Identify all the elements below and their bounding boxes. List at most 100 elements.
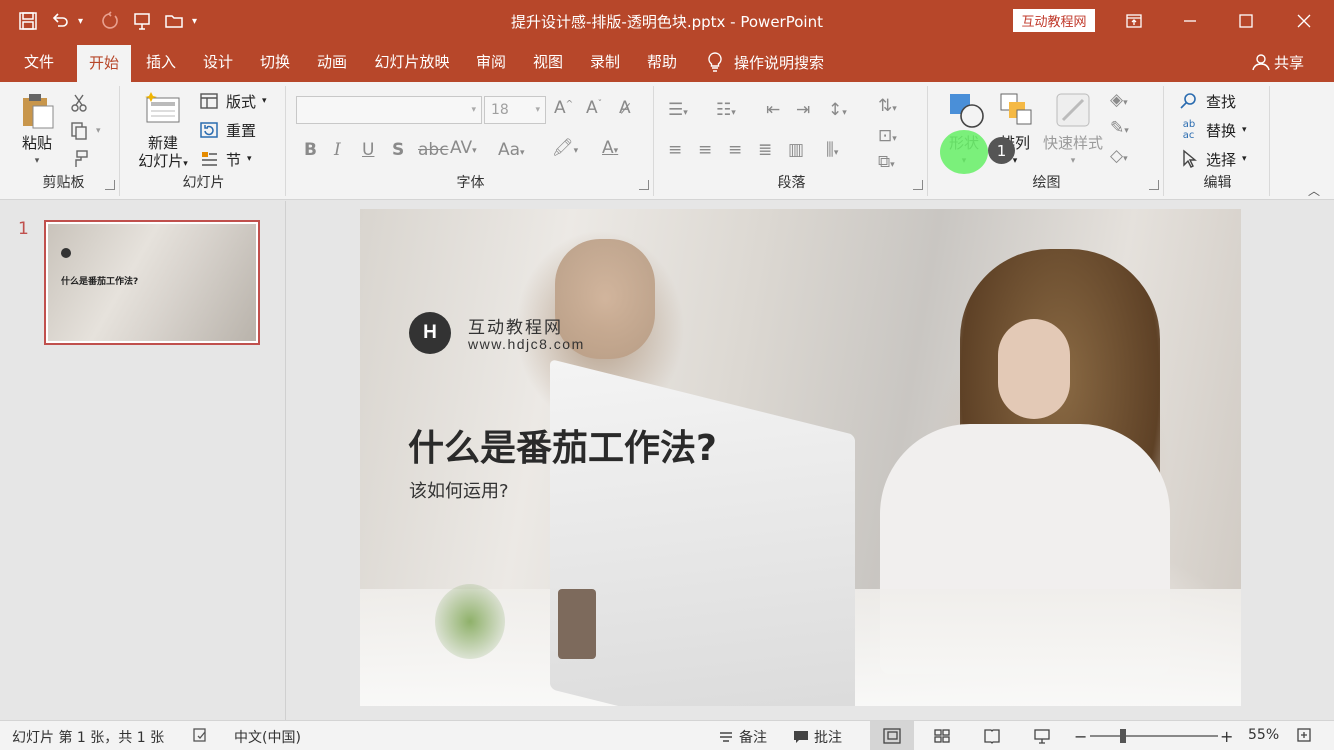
copy-button[interactable]: ▾ — [68, 120, 101, 142]
justify-icon[interactable]: ≣ — [758, 140, 772, 160]
decrease-indent-icon[interactable]: ⇤ — [766, 100, 780, 120]
slide-brand-url[interactable]: www.hdjc8.com — [468, 336, 585, 352]
clear-format-icon[interactable]: A̷ — [619, 98, 631, 118]
reset-button[interactable]: 重置 — [198, 119, 256, 141]
decrease-font-icon[interactable]: Aˇ — [586, 98, 602, 118]
minimize-icon[interactable] — [1162, 0, 1218, 42]
italic-icon[interactable]: I — [334, 140, 341, 160]
quick-styles-button[interactable]: 快速样式 ▾ — [1040, 90, 1106, 170]
tab-design[interactable]: 设计 — [193, 42, 243, 82]
copy-icon — [68, 120, 90, 142]
present-icon[interactable] — [128, 8, 156, 34]
font-size-dropdown[interactable]: 18 ▾ — [484, 96, 546, 124]
replace-button[interactable]: ab ac 替换 ▾ — [1178, 119, 1247, 141]
font-color-icon[interactable]: A▾ — [602, 138, 618, 158]
reading-view-button[interactable] — [970, 721, 1014, 750]
section-button[interactable]: 节 ▾ — [198, 148, 252, 170]
collapse-ribbon-icon[interactable]: ︿ — [1308, 182, 1320, 199]
section-icon — [198, 148, 220, 170]
maximize-icon[interactable] — [1218, 0, 1274, 42]
zoom-slider-thumb[interactable] — [1120, 729, 1126, 743]
align-text-icon[interactable]: ⊡▾ — [878, 126, 897, 146]
slide-subtitle[interactable]: 该如何运用? — [409, 477, 509, 503]
tab-transitions[interactable]: 切换 — [250, 42, 300, 82]
zoom-slider-track[interactable] — [1090, 735, 1218, 737]
redo-icon[interactable] — [96, 8, 124, 34]
slideshow-view-button[interactable] — [1020, 721, 1064, 750]
numbering-icon[interactable]: ☷▾ — [716, 100, 736, 120]
spellcheck-icon[interactable] — [192, 727, 208, 743]
fit-to-window-icon[interactable] — [1296, 727, 1312, 743]
character-spacing-icon[interactable]: AV▾ — [450, 138, 477, 158]
zoom-in-icon[interactable]: + — [1220, 727, 1233, 746]
align-center-icon[interactable]: ≡ — [698, 140, 712, 160]
bold-icon[interactable]: B — [304, 140, 317, 160]
tab-home[interactable]: 开始 — [77, 45, 131, 82]
change-case-icon[interactable]: Aa▾ — [498, 140, 525, 160]
increase-indent-icon[interactable]: ⇥ — [796, 100, 810, 120]
shape-fill-icon[interactable]: ◈▾ — [1110, 90, 1128, 110]
line-spacing-icon[interactable]: ↕▾ — [828, 100, 847, 120]
zoom-level[interactable]: 55% — [1248, 727, 1279, 743]
slide-sorter-view-button[interactable] — [920, 721, 964, 750]
tell-me-search[interactable]: 操作说明搜索 — [706, 42, 824, 82]
comments-button[interactable]: 批注 — [793, 727, 842, 747]
clipboard-launcher-icon[interactable] — [105, 180, 115, 190]
share-button[interactable]: 共享 — [1252, 42, 1304, 82]
notes-icon — [720, 732, 732, 742]
paragraph-launcher-icon[interactable] — [913, 180, 923, 190]
photo-plant — [435, 584, 505, 659]
ribbon-display-options-icon[interactable] — [1106, 0, 1162, 42]
highlight-color-icon[interactable]: 🖍▾ — [552, 138, 578, 158]
distributed-icon[interactable]: ▥ — [788, 140, 804, 160]
tab-slideshow[interactable]: 幻灯片放映 — [366, 42, 458, 82]
language[interactable]: 中文(中国) — [234, 727, 301, 747]
underline-icon[interactable]: U — [362, 140, 374, 160]
shadow-icon[interactable]: S — [392, 140, 404, 160]
save-icon[interactable] — [14, 8, 42, 34]
strikethrough-icon[interactable]: abc — [418, 140, 449, 160]
title-bar: ▾ ▾ 提升设计感-排版-透明色块.pptx - PowerPoint 互动教程… — [0, 0, 1334, 42]
tab-record[interactable]: 录制 — [580, 42, 630, 82]
new-slide-button[interactable]: 新建 幻灯片▾ — [130, 90, 196, 173]
font-name-dropdown[interactable]: ▾ — [296, 96, 482, 124]
normal-view-button[interactable] — [870, 721, 914, 750]
customize-qat-icon[interactable]: ▾ — [192, 16, 206, 27]
tab-review[interactable]: 审阅 — [466, 42, 516, 82]
tab-view[interactable]: 视图 — [523, 42, 573, 82]
slide[interactable]: H 互动教程网 www.hdjc8.com 什么是番茄工作法? 该如何运用? — [360, 209, 1241, 706]
undo-icon[interactable] — [46, 8, 74, 34]
shape-outline-icon[interactable]: ✎▾ — [1110, 118, 1129, 138]
slide-logo[interactable]: H — [409, 312, 451, 354]
tab-insert[interactable]: 插入 — [136, 42, 186, 82]
format-painter-button[interactable] — [68, 148, 90, 170]
select-button[interactable]: 选择 ▾ — [1178, 148, 1247, 170]
tab-file[interactable]: 文件 — [12, 42, 66, 82]
replace-label: 替换 — [1206, 121, 1237, 140]
paste-button[interactable]: 粘贴 ▾ — [14, 92, 60, 170]
find-button[interactable]: 查找 — [1178, 90, 1236, 112]
smartart-icon[interactable]: ⧉▾ — [878, 152, 895, 172]
align-right-icon[interactable]: ≡ — [728, 140, 742, 160]
open-folder-icon[interactable] — [160, 8, 188, 34]
layout-button[interactable]: 版式 ▾ — [198, 90, 267, 112]
columns-icon[interactable]: ⫼▾ — [826, 140, 838, 160]
notes-button[interactable]: 备注 — [718, 727, 767, 747]
shape-effects-icon[interactable]: ◇▾ — [1110, 146, 1128, 166]
align-left-icon[interactable]: ≡ — [668, 140, 682, 160]
font-launcher-icon[interactable] — [639, 180, 649, 190]
slide-thumbnail[interactable]: 什么是番茄工作法? — [44, 220, 260, 345]
undo-dropdown-icon[interactable]: ▾ — [78, 16, 92, 27]
bullets-icon[interactable]: ☰▾ — [668, 100, 688, 120]
tab-help[interactable]: 帮助 — [637, 42, 687, 82]
cut-button[interactable] — [68, 92, 90, 114]
tab-animations[interactable]: 动画 — [307, 42, 357, 82]
slide-brand-name[interactable]: 互动教程网 — [468, 313, 563, 338]
reset-label: 重置 — [226, 121, 257, 140]
drawing-launcher-icon[interactable] — [1149, 180, 1159, 190]
text-direction-icon[interactable]: ⇅▾ — [878, 96, 897, 116]
zoom-out-icon[interactable]: − — [1074, 727, 1087, 746]
increase-font-icon[interactable]: A^ — [554, 98, 573, 118]
close-icon[interactable] — [1276, 0, 1332, 42]
slide-title[interactable]: 什么是番茄工作法? — [408, 419, 717, 471]
